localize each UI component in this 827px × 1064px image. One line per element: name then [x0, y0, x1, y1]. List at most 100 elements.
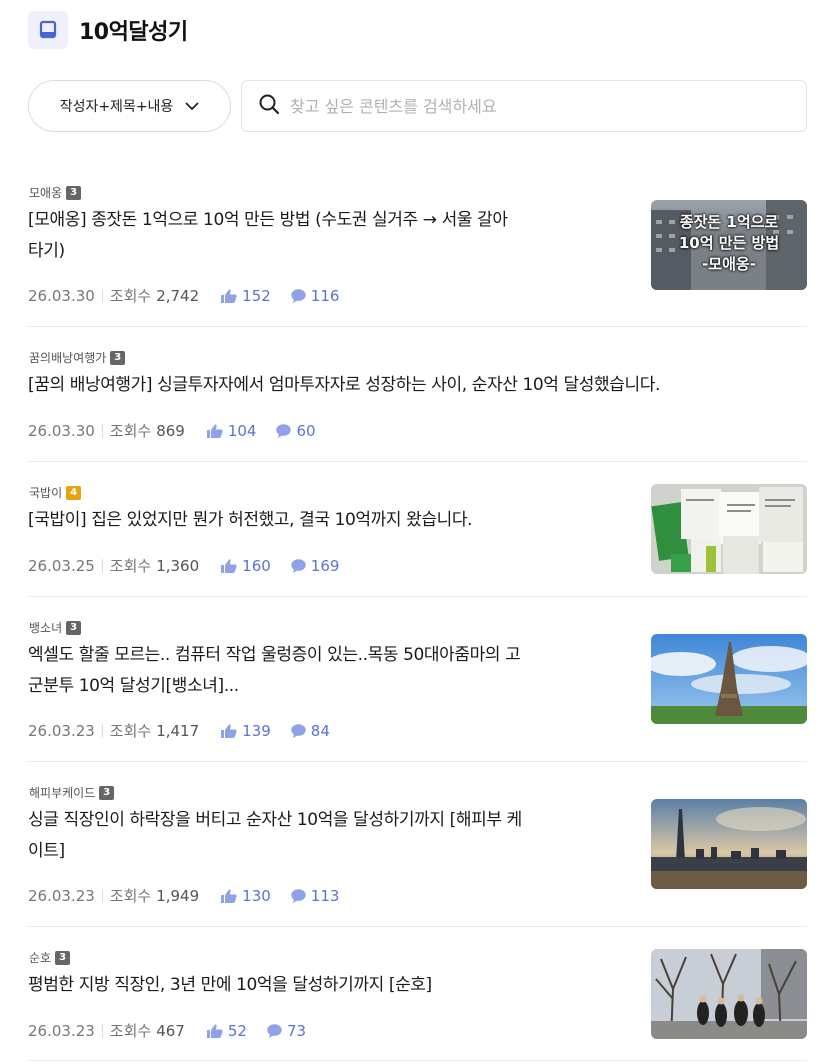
views-label: 조회수	[109, 287, 152, 305]
likes-stat: 104	[206, 421, 257, 440]
level-badge: 4	[66, 485, 82, 500]
views-label: 조회수	[109, 557, 152, 575]
level-badge: 3	[55, 950, 71, 965]
post-meta: 26.03.30 조회수 2,742 152 116	[28, 285, 339, 306]
views-count: 1,360	[156, 556, 200, 575]
post-meta: 26.03.23 조회수 1,949 130 113	[28, 885, 339, 906]
likes-stat: 160	[221, 557, 271, 575]
likes-count: 160	[242, 556, 271, 575]
post-title-line: [꿈의 배낭여행가] 싱글투자자에서 엄마투자자로 성장하는 사이, 순자산 1…	[28, 375, 660, 395]
likes-stat: 152	[221, 287, 271, 305]
post-title[interactable]: [꿈의 배낭여행가] 싱글투자자에서 엄마투자자로 성장하는 사이, 순자산 1…	[28, 370, 807, 401]
post-date: 26.03.23	[28, 721, 95, 740]
views-label: 조회수	[109, 1022, 152, 1040]
comments-count: 84	[310, 721, 330, 740]
author-name[interactable]: 꿈의배낭여행가	[29, 349, 106, 366]
post-date: 26.03.23	[28, 1021, 95, 1040]
search-box[interactable]	[241, 80, 807, 132]
post-item[interactable]: 국밥이 4 [국밥이] 집은 있었지만 뭔가 허전했고, 결국 10억까지 왔습…	[28, 462, 807, 597]
comment-bubble-icon	[291, 888, 306, 903]
post-title[interactable]: [국밥이] 집은 있었지만 뭔가 허전했고, 결국 10억까지 왔습니다.	[28, 505, 608, 536]
post-meta: 26.03.23 조회수 467 52 73	[28, 1020, 306, 1041]
post-item[interactable]: 꿈의배낭여행가 3 [꿈의 배낭여행가] 싱글투자자에서 엄마투자자로 성장하는…	[28, 327, 807, 462]
post-author: 국밥이 4	[29, 484, 82, 501]
likes-stat: 52	[206, 1022, 247, 1040]
views-label: 조회수	[109, 422, 152, 440]
post-meta: 26.03.23 조회수 1,417 139 84	[28, 720, 330, 741]
post-meta: 26.03.25 조회수 1,360 160 169	[28, 555, 339, 576]
post-title-line: 평범한 지방 직장인, 3년 만에 10억을 달성하기까지 [순호]	[28, 975, 432, 995]
post-date: 26.03.23	[28, 886, 95, 905]
post-thumbnail[interactable]	[651, 484, 807, 574]
comment-bubble-icon	[291, 558, 306, 573]
post-author: 모애옹 3	[29, 184, 82, 201]
post-meta: 26.03.30 조회수 869 104 60	[28, 420, 316, 441]
comments-stat: 73	[267, 1022, 306, 1040]
post-thumbnail[interactable]	[651, 799, 807, 889]
author-name[interactable]: 뱅소녀	[29, 619, 62, 636]
post-author: 해피부케이드 3	[29, 784, 115, 801]
comments-stat: 116	[291, 286, 340, 305]
post-title[interactable]: [모애옹] 종잣돈 1억으로 10억 만든 방법 (수도권 실거주 → 서울 갈…	[28, 205, 588, 267]
comment-bubble-icon	[291, 723, 306, 738]
comments-count: 116	[310, 286, 340, 305]
author-name[interactable]: 순호	[29, 949, 51, 966]
divider	[101, 423, 103, 438]
views-label: 조회수	[109, 887, 152, 905]
post-item[interactable]: 뱅소녀 3 엑셀도 할줄 모르는.. 컴퓨터 작업 울렁증이 있는..목동 50…	[28, 597, 807, 762]
post-thumbnail[interactable]: 종잣돈 1억으로 10억 만든 방법 -모애옹-	[651, 200, 807, 290]
post-list: 모애옹 3 [모애옹] 종잣돈 1억으로 10억 만든 방법 (수도권 실거주 …	[28, 165, 807, 1061]
search-icon	[258, 93, 280, 119]
search-input[interactable]	[290, 96, 806, 116]
comments-count: 73	[286, 1021, 307, 1040]
post-date: 26.03.30	[28, 421, 95, 440]
divider	[101, 723, 103, 738]
comment-bubble-icon	[291, 288, 306, 303]
post-thumbnail[interactable]	[651, 634, 807, 724]
page-header: 10억달성기	[28, 11, 188, 49]
divider	[101, 1023, 103, 1038]
post-title-line: 타기)	[28, 241, 65, 261]
page-title: 10억달성기	[79, 20, 188, 45]
thumbs-up-icon	[221, 723, 237, 738]
thumbs-up-icon	[206, 1023, 223, 1038]
comments-count: 60	[296, 421, 316, 440]
post-author: 뱅소녀 3	[29, 619, 82, 636]
post-title-line: 싱글 직장인이 하락장을 버티고 순자산 10억을 달성하기까지 [해피부 케	[28, 810, 522, 830]
post-title-line: 엑셀도 할줄 모르는.. 컴퓨터 작업 울렁증이 있는..목동 50대아줌마의 …	[28, 645, 521, 665]
chevron-down-icon	[185, 101, 199, 111]
author-name[interactable]: 해피부케이드	[29, 784, 95, 801]
level-badge: 3	[66, 620, 82, 635]
post-item[interactable]: 모애옹 3 [모애옹] 종잣돈 1억으로 10억 만든 방법 (수도권 실거주 …	[28, 165, 807, 327]
likes-count: 139	[242, 721, 271, 740]
search-filter-label: 작성자+제목+내용	[59, 99, 174, 115]
thumbnail-caption-line: 종잣돈 1억으로	[679, 213, 779, 231]
post-title-line: 이트]	[28, 841, 65, 861]
views-count: 2,742	[156, 286, 200, 305]
likes-count: 152	[242, 286, 271, 305]
author-name[interactable]: 모애옹	[29, 184, 62, 201]
thumbnail-caption-line: -모애옹-	[702, 255, 756, 273]
thumbnail-caption: 종잣돈 1억으로 10억 만든 방법 -모애옹-	[651, 212, 807, 275]
level-badge: 3	[66, 185, 82, 200]
post-title[interactable]: 싱글 직장인이 하락장을 버티고 순자산 10억을 달성하기까지 [해피부 케 …	[28, 805, 598, 867]
post-thumbnail[interactable]	[651, 949, 807, 1039]
post-title[interactable]: 엑셀도 할줄 모르는.. 컴퓨터 작업 울렁증이 있는..목동 50대아줌마의 …	[28, 640, 598, 702]
author-name[interactable]: 국밥이	[29, 484, 62, 501]
post-date: 26.03.25	[28, 556, 95, 575]
likes-count: 104	[227, 421, 257, 440]
comment-bubble-icon	[276, 423, 292, 438]
level-badge: 3	[99, 785, 115, 800]
post-title-line: [모애옹] 종잣돈 1억으로 10억 만든 방법 (수도권 실거주 → 서울 갈…	[28, 210, 508, 230]
thumbnail-caption-line: 10억 만든 방법	[678, 234, 780, 252]
post-item[interactable]: 해피부케이드 3 싱글 직장인이 하락장을 버티고 순자산 10억을 달성하기까…	[28, 762, 807, 927]
likes-count: 130	[242, 886, 271, 905]
comments-count: 113	[310, 886, 340, 905]
comments-stat: 84	[291, 722, 330, 740]
post-title-line: 군분투 10억 달성기[뱅소녀]...	[28, 676, 239, 696]
comments-stat: 60	[276, 421, 316, 440]
comment-bubble-icon	[267, 1023, 282, 1038]
post-item[interactable]: 순호 3 평범한 지방 직장인, 3년 만에 10억을 달성하기까지 [순호] …	[28, 927, 807, 1061]
search-filter-dropdown[interactable]: 작성자+제목+내용	[28, 80, 231, 132]
post-title[interactable]: 평범한 지방 직장인, 3년 만에 10억을 달성하기까지 [순호]	[28, 970, 598, 1001]
